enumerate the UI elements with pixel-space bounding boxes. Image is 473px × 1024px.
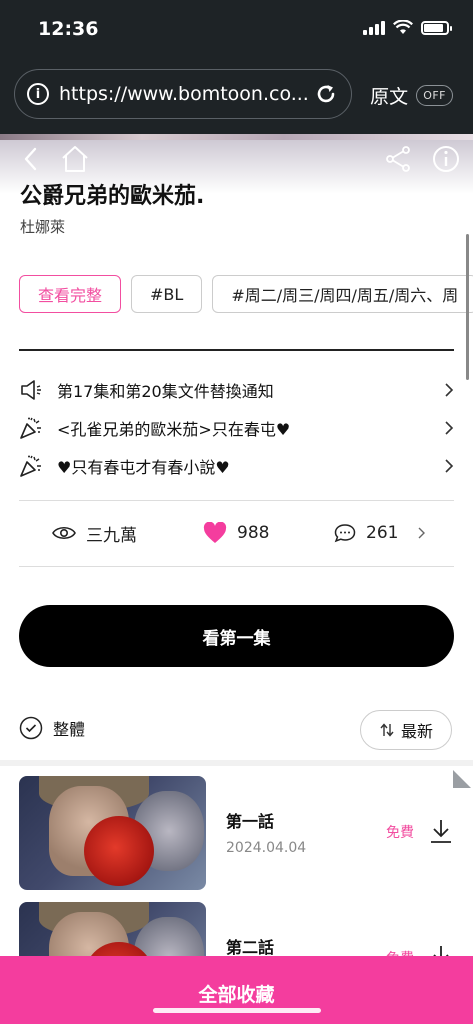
home-indicator: [153, 1008, 321, 1013]
share-icon[interactable]: [383, 144, 413, 174]
site-info-icon[interactable]: i: [27, 83, 49, 105]
wifi-icon: [393, 20, 413, 34]
episode-thumbnail[interactable]: [19, 776, 206, 890]
episode-list-header: 整體 最新: [19, 710, 454, 750]
status-icons: [363, 20, 452, 35]
translate-toggle[interactable]: OFF: [416, 85, 453, 106]
chevron-right-icon: [445, 459, 454, 473]
party-popper-icon: [20, 455, 41, 477]
tag-list: 查看完整 #BL #周二/周三/周四/周五/周六、周: [19, 275, 473, 313]
work-title: 公爵兄弟的歐米茄.: [20, 184, 205, 209]
tag-bl[interactable]: #BL: [131, 275, 203, 313]
translate-control[interactable]: 原文 OFF: [370, 82, 453, 109]
divider: [19, 500, 454, 501]
chevron-right-icon: [418, 527, 426, 539]
likes-stat[interactable]: 988: [203, 517, 269, 549]
episode-price: 免費: [386, 825, 414, 841]
status-time: 12:36: [38, 18, 99, 40]
download-icon[interactable]: [429, 818, 453, 844]
episode-row[interactable]: 第二話 免費: [19, 902, 455, 956]
download-icon[interactable]: [429, 944, 453, 956]
section-spacer: [0, 760, 473, 766]
comments-stat[interactable]: 261: [334, 517, 426, 549]
views-count: 三九萬: [86, 525, 137, 546]
views-stat: 三九萬: [52, 517, 137, 549]
corner-triangle-icon: [453, 770, 471, 788]
episode-row[interactable]: 第一話 2024.04.04 免費: [19, 776, 455, 890]
reload-icon[interactable]: [313, 81, 339, 107]
episode-title: 第一話: [226, 812, 275, 831]
comments-count: 261: [366, 523, 399, 543]
stats-row: 三九萬 988 261: [0, 517, 473, 549]
home-icon[interactable]: [60, 144, 90, 174]
battery-icon: [421, 20, 452, 35]
cellular-signal-icon: [363, 20, 385, 35]
episode-title: 第二話: [226, 938, 275, 956]
collect-all-label: 全部收藏: [198, 984, 275, 1006]
info-icon[interactable]: [431, 144, 461, 174]
notice-item[interactable]: 第17集和第20集文件替換通知: [19, 371, 455, 409]
notice-text: <孔雀兄弟的歐米茄>只在春屯♥: [57, 420, 291, 439]
chevron-right-icon: [445, 383, 454, 397]
sort-button[interactable]: 最新: [360, 710, 452, 750]
select-all-label: 整體: [53, 720, 86, 739]
select-all-toggle[interactable]: 整體: [19, 716, 85, 740]
episode-price: 免費: [386, 948, 414, 956]
read-first-episode-button[interactable]: 看第一集: [19, 605, 454, 667]
notice-item[interactable]: <孔雀兄弟的歐米茄>只在春屯♥: [19, 409, 455, 447]
webtoon-detail-page: 公爵兄弟的歐米茄. 杜娜萊 查看完整 #BL #周二/周三/周四/周五/周六、周…: [0, 134, 473, 956]
likes-count: 988: [237, 523, 270, 543]
back-icon[interactable]: [16, 144, 46, 174]
work-author[interactable]: 杜娜萊: [20, 216, 65, 237]
tag-schedule[interactable]: #周二/周三/周四/周五/周六、周: [212, 275, 473, 313]
scroll-indicator: [466, 234, 469, 380]
translate-label: 原文: [370, 86, 409, 108]
collect-all-button[interactable]: 全部收藏: [0, 956, 473, 1024]
divider: [19, 566, 454, 567]
section-divider: [19, 349, 454, 351]
browser-chrome: 12:36 i https://www.bomtoon.co... 原文 OFF: [0, 0, 473, 134]
party-popper-icon: [20, 417, 41, 439]
page-top-nav: [0, 144, 473, 174]
episode-date: 2024.04.04: [226, 840, 307, 856]
notice-text: 第17集和第20集文件替換通知: [57, 382, 274, 401]
comment-icon: [334, 524, 356, 543]
check-circle-icon[interactable]: [19, 716, 43, 740]
chevron-right-icon: [445, 421, 454, 435]
episode-thumbnail[interactable]: [19, 902, 206, 956]
notice-item[interactable]: ♥只有春屯才有春小說♥: [19, 447, 455, 485]
url-bar[interactable]: i https://www.bomtoon.co...: [14, 69, 352, 119]
sort-icon: [380, 723, 394, 737]
url-text[interactable]: https://www.bomtoon.co...: [59, 83, 307, 105]
megaphone-icon: [21, 380, 41, 400]
sort-label: 最新: [400, 722, 433, 741]
eye-icon: [52, 526, 76, 540]
view-full-button[interactable]: 查看完整: [19, 275, 122, 313]
notice-text: ♥只有春屯才有春小說♥: [57, 458, 230, 477]
notice-list: 第17集和第20集文件替換通知 <孔雀兄弟的歐米茄>只在春屯♥ ♥只有春屯才有春…: [19, 371, 455, 485]
heart-icon[interactable]: [203, 522, 227, 544]
